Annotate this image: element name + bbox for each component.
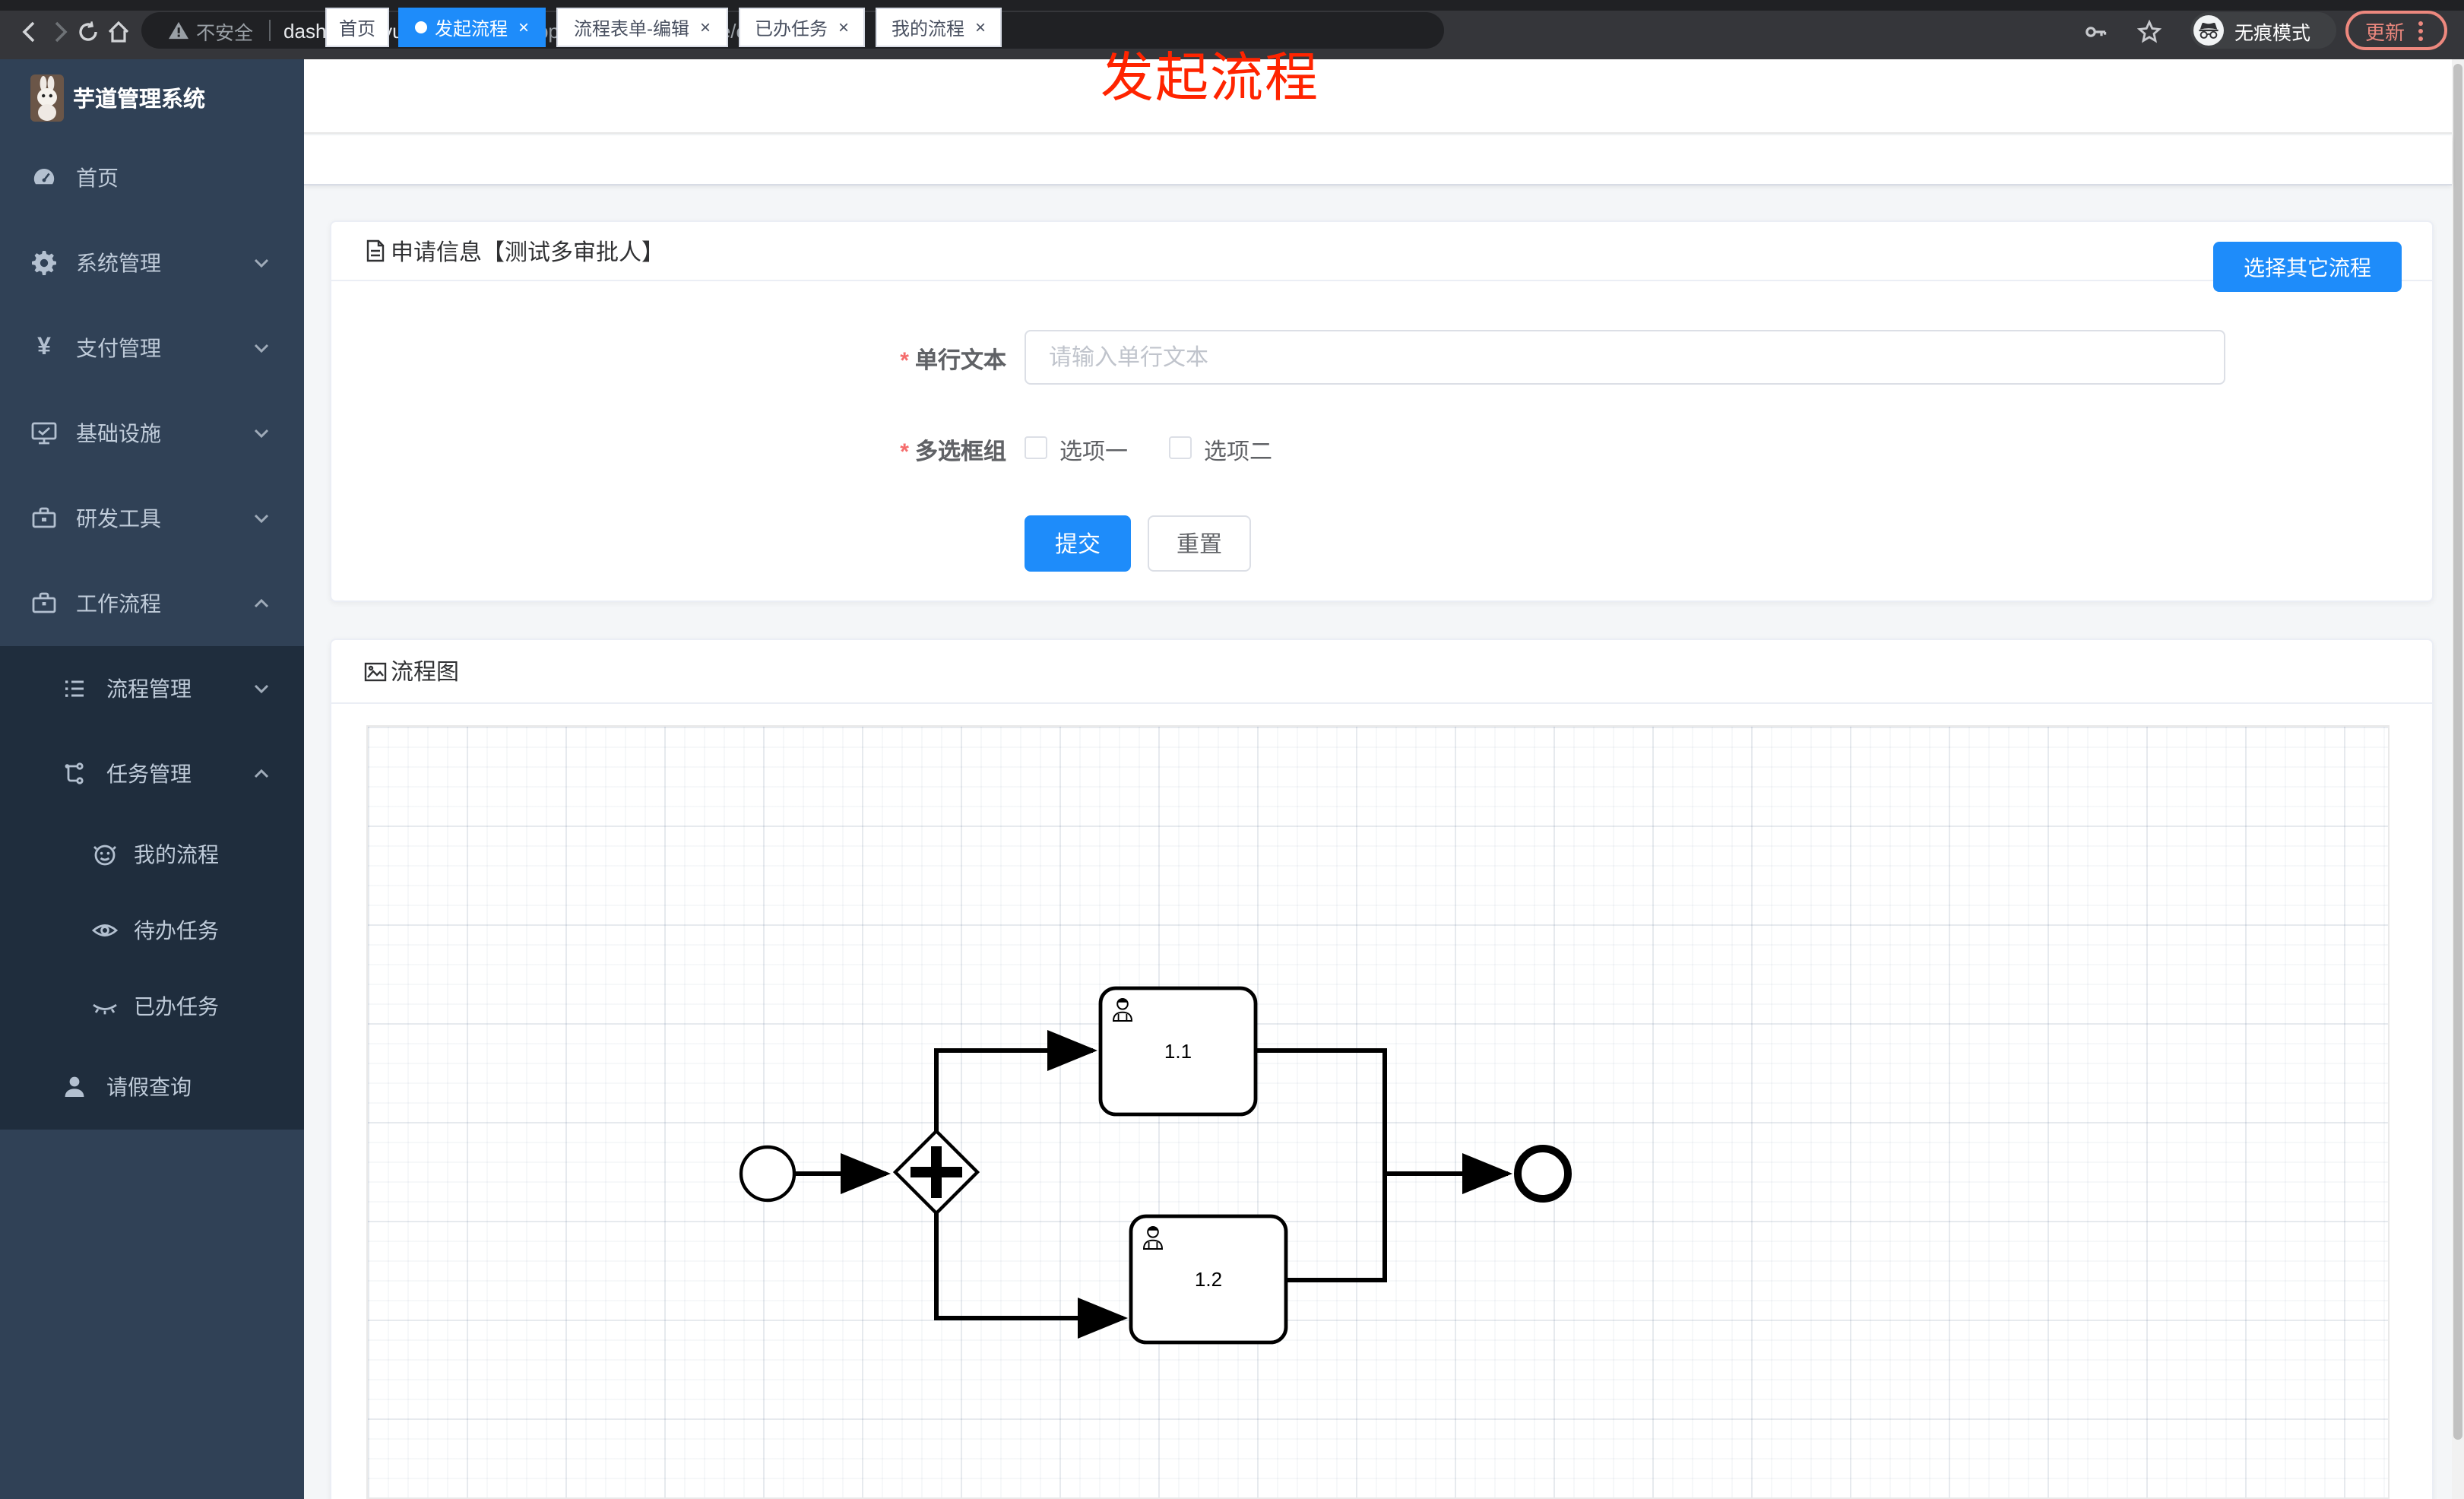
apply-info-card-header: 申请信息【测试多审批人】 [331,222,2432,281]
parallel-gateway[interactable] [892,1128,980,1216]
workflow-submenu: 流程管理 任务管理 我的流程 待办任务 已办任务 请假查询 [0,646,304,1130]
document-icon [363,239,388,263]
page: 不安全 dashboard.yudao.iocoder.cn/bpm/proce… [0,0,2464,1499]
task-label: 1.2 [1195,1268,1222,1291]
bookmark-star-icon[interactable] [2137,20,2162,44]
required-mark: * [900,439,909,465]
sidebar-item-task-management[interactable]: 任务管理 [0,731,304,816]
dashboard-icon [30,164,58,192]
reset-button[interactable]: 重置 [1148,515,1251,572]
browser-reload-icon[interactable] [76,20,100,44]
checkbox-option-1-label[interactable]: 选项一 [1059,435,1128,467]
active-tab-dot [414,21,427,33]
task-label: 1.1 [1164,1040,1192,1063]
sidebar-item-payment[interactable]: ¥ 支付管理 [0,306,304,391]
toolbox-icon [30,505,58,532]
chevron-down-icon [252,254,271,272]
apply-info-card: 申请信息【测试多审批人】 [330,220,2434,602]
close-icon[interactable]: × [838,18,849,36]
app-title: 芋道管理系统 [73,87,205,112]
eye-icon [91,917,119,944]
tags-view-bar [304,135,2452,185]
user-task-1-2[interactable]: 1.2 [1129,1214,1288,1345]
url-divider [268,20,271,41]
chevron-down-icon [252,424,271,442]
tab-my-process[interactable]: 我的流程 × [876,8,1002,47]
incognito-badge: 无痕模式 [2190,12,2336,49]
briefcase-icon [30,590,58,617]
face-icon [91,841,119,868]
image-icon [363,659,388,683]
sidebar-item-leave-query[interactable]: 请假查询 [0,1044,304,1130]
app-navbar [304,59,2452,134]
incognito-label: 无痕模式 [2234,22,2311,43]
sidebar-item-infrastructure[interactable]: 基础设施 [0,391,304,476]
bpmn-canvas[interactable]: 1.1 1.2 [366,725,2390,1499]
tab-process-form-edit[interactable]: 流程表单-编辑 × [556,8,728,47]
not-secure-warning-icon [169,21,188,40]
checkbox-option-1[interactable] [1025,436,1047,459]
text-field-label: * 单行文本 [900,348,1006,374]
sidebar-item-devtools[interactable]: 研发工具 [0,476,304,561]
browser-update-button[interactable]: 更新 [2345,11,2447,50]
process-diagram-title: 流程图 [391,660,460,686]
browser-menu-icon[interactable] [2418,21,2424,40]
list-tree-icon [61,675,88,702]
edge-gateway-to-task-1-2 [934,1213,1128,1339]
page-scrollbar-thumb[interactable] [2453,64,2462,1440]
sidebar-item-workflow[interactable]: 工作流程 [0,561,304,646]
annotation-title: 发起流程 [1101,49,1320,108]
choose-other-process-button[interactable]: 选择其它流程 [2213,242,2402,292]
close-icon[interactable]: × [975,18,986,36]
sidebar-item-process-management[interactable]: 流程管理 [0,646,304,731]
checkbox-group-label: * 多选框组 [900,439,1006,465]
chevron-up-icon [252,594,271,613]
single-line-text-input[interactable] [1025,330,2225,385]
process-diagram-card-header: 流程图 [331,640,2432,704]
edge-gateway-to-task-1-1 [934,1030,1097,1131]
yen-icon: ¥ [37,334,51,360]
start-event[interactable] [739,1145,797,1203]
chevron-down-icon [252,509,271,528]
chevron-down-icon [252,339,271,357]
sidebar-item-done-tasks[interactable]: 已办任务 [0,968,304,1044]
browser-home-icon[interactable] [106,20,131,44]
security-label: 不安全 [196,22,254,43]
apply-info-title: 申请信息【测试多审批人】 [391,239,665,265]
chevron-down-icon [252,680,271,698]
browser-back-icon[interactable] [18,20,43,44]
browser-forward-icon[interactable] [47,20,71,44]
gear-icon [30,249,58,277]
checkbox-option-2-label[interactable]: 选项二 [1204,435,1272,467]
logo-rabbit-image [30,74,64,121]
end-event[interactable] [1514,1145,1572,1203]
sidebar-item-todo-tasks[interactable]: 待办任务 [0,892,304,968]
org-tree-icon [61,760,88,788]
password-key-icon[interactable] [2084,20,2108,44]
monitor-icon [30,420,58,447]
submit-button[interactable]: 提交 [1025,515,1131,572]
tab-home[interactable]: 首页 [325,8,389,47]
user-task-1-1[interactable]: 1.1 [1098,986,1258,1117]
sidebar-item-system[interactable]: 系统管理 [0,220,304,306]
eye-closed-icon [91,993,119,1020]
checkbox-option-2[interactable] [1169,436,1192,459]
required-mark: * [900,348,909,374]
tab-start-process[interactable]: 发起流程 × [398,8,546,47]
sidebar-item-home[interactable]: 首页 [0,135,304,220]
sidebar: 芋道管理系统 首页 系统管理 ¥ 支付管理 基础设施 研发工具 工作流程 流程管… [0,59,304,1499]
close-icon[interactable]: × [700,18,711,36]
tab-done-tasks[interactable]: 已办任务 × [739,8,865,47]
chevron-up-icon [252,765,271,783]
sidebar-item-my-process[interactable]: 我的流程 [0,816,304,892]
user-icon [61,1073,88,1101]
close-icon[interactable]: × [518,18,529,36]
sidebar-logo[interactable]: 芋道管理系统 [0,59,304,135]
incognito-icon [2193,15,2224,46]
